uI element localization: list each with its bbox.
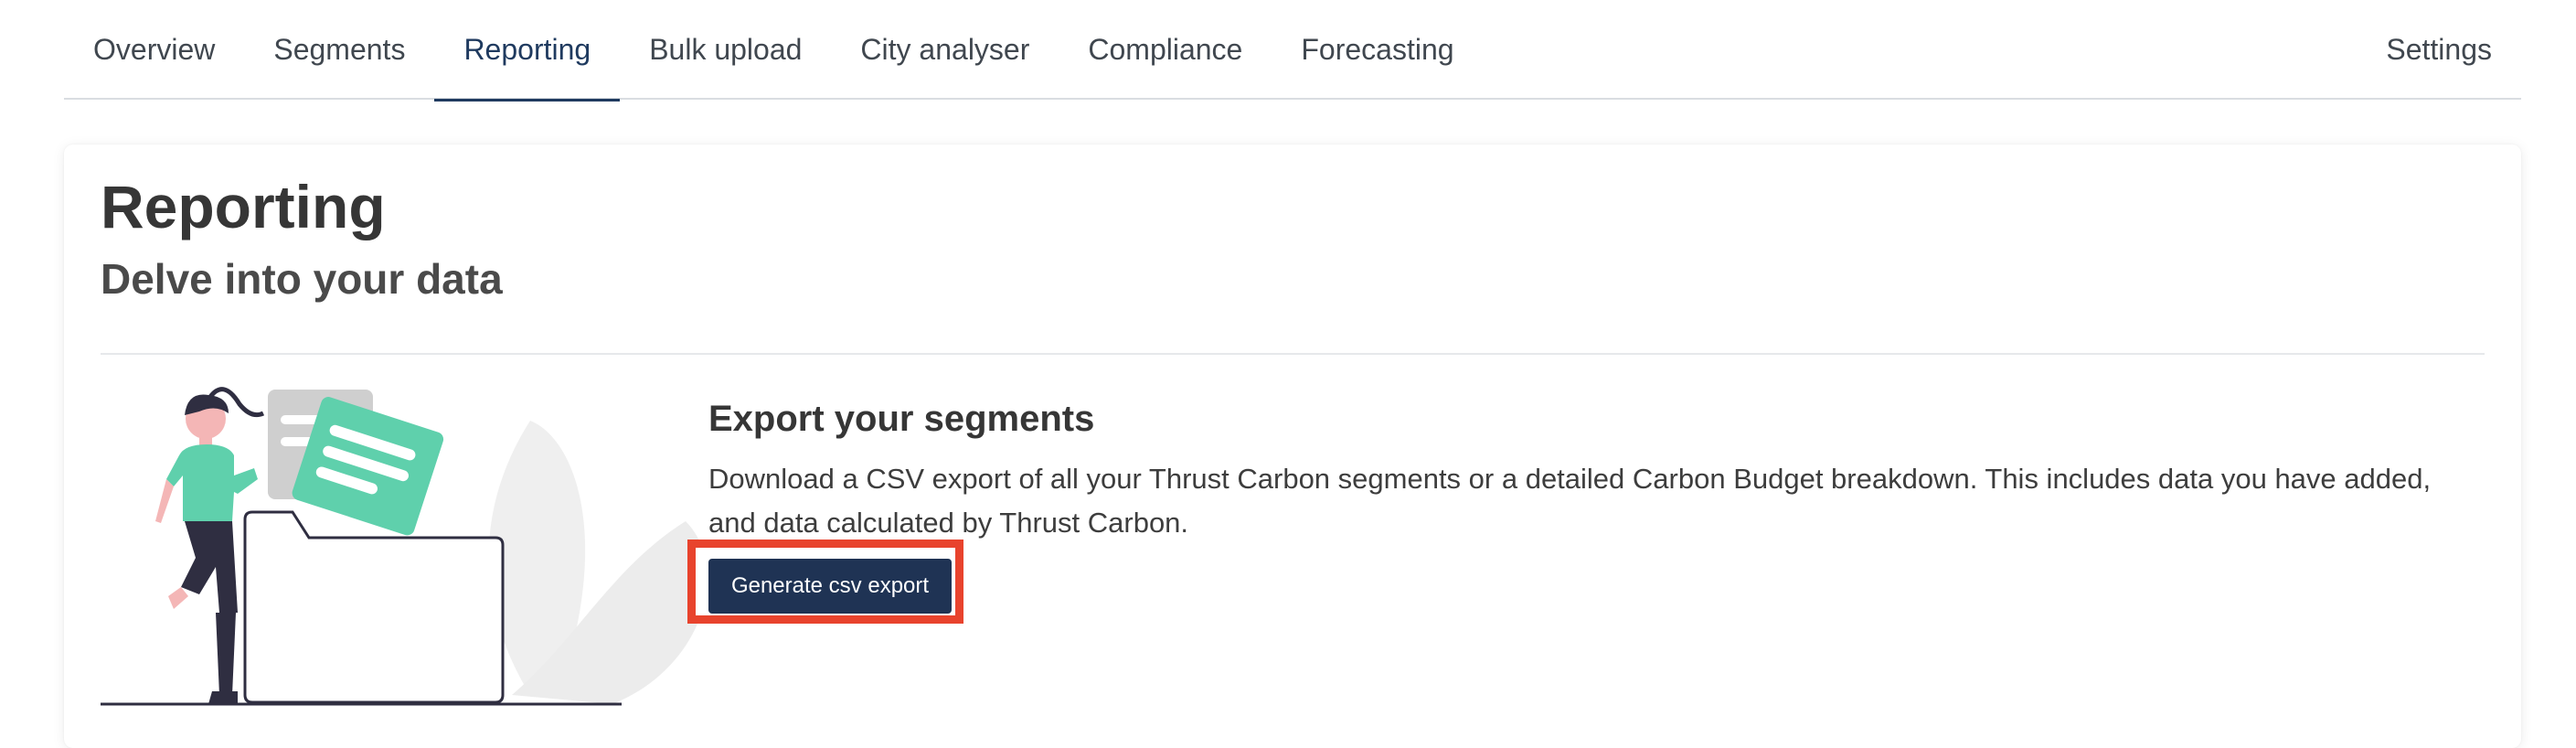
page-title: Reporting bbox=[101, 173, 386, 240]
divider bbox=[101, 353, 2485, 355]
tab-reporting[interactable]: Reporting bbox=[434, 0, 620, 102]
generate-csv-export-button[interactable]: Generate csv export bbox=[708, 559, 952, 614]
nav-tabs: Overview Segments Reporting Bulk upload … bbox=[64, 0, 1484, 102]
export-description: Download a CSV export of all your Thrust… bbox=[708, 463, 2432, 539]
settings-link[interactable]: Settings bbox=[2386, 0, 2492, 100]
tab-bulk-upload[interactable]: Bulk upload bbox=[620, 0, 831, 100]
person-with-folder-illustration bbox=[101, 387, 708, 706]
page-subtitle: Delve into your data bbox=[101, 255, 503, 303]
top-nav: Overview Segments Reporting Bulk upload … bbox=[64, 0, 2521, 102]
tab-city-analyser[interactable]: City analyser bbox=[831, 0, 1059, 100]
tab-compliance[interactable]: Compliance bbox=[1059, 0, 1272, 100]
tab-overview[interactable]: Overview bbox=[64, 0, 244, 100]
tab-forecasting[interactable]: Forecasting bbox=[1272, 0, 1483, 100]
export-section-title: Export your segments bbox=[708, 399, 1095, 439]
reporting-card: Reporting Delve into your data Export yo… bbox=[64, 144, 2521, 748]
tab-segments[interactable]: Segments bbox=[244, 0, 434, 100]
